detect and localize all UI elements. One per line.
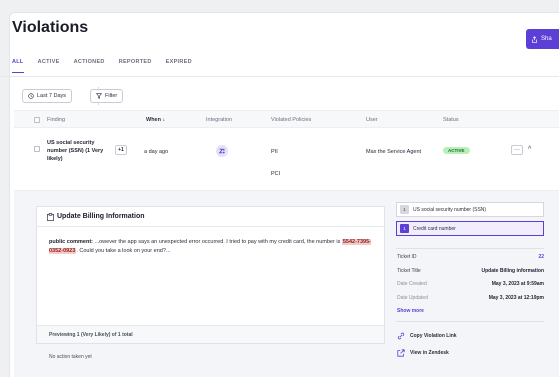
policy-pci: PCI	[271, 171, 281, 177]
finding-label: Credit card number	[413, 225, 456, 232]
tab-all[interactable]: ALL	[12, 59, 24, 73]
collapse-row-icon[interactable]: ^	[528, 146, 531, 153]
more-actions-button[interactable]: ···	[511, 145, 523, 155]
finding-label: US social security number (SSN)	[413, 206, 487, 213]
preview-footer: Previewing 1 (Very Likely) of 1 total	[37, 325, 384, 343]
table-header: Finding When ↓ Integration Violated Poli…	[14, 110, 559, 128]
clock-icon	[28, 93, 34, 99]
comment-text: public comment: ...owever the app says a…	[49, 239, 371, 254]
meta-ticket-title: Ticket Title Update Billing information	[397, 268, 544, 274]
finding-item-credit-card[interactable]: 1 Credit card number	[396, 221, 544, 236]
column-when[interactable]: When ↓	[146, 117, 165, 123]
show-more-link[interactable]: Show more	[397, 308, 424, 314]
no-action-text: No action taken yet	[49, 354, 92, 360]
finding-text: US social security number (SSN) (1 Very …	[47, 140, 104, 162]
page-title: Violations	[12, 19, 89, 36]
filter-button[interactable]: Filter	[90, 89, 124, 103]
extra-findings-badge[interactable]: +1	[115, 145, 127, 155]
ticket-preview-card: Update Billing Information public commen…	[36, 206, 385, 344]
share-button[interactable]: Sha	[526, 29, 559, 49]
select-all-checkbox[interactable]	[34, 117, 40, 123]
column-user[interactable]: User	[366, 117, 378, 123]
finding-count: 1	[400, 205, 409, 214]
external-link-icon	[397, 349, 405, 357]
tab-reported[interactable]: REPORTED	[119, 59, 152, 73]
column-violated-policies[interactable]: Violated Policies	[271, 117, 311, 123]
filter-label: Filter	[105, 93, 118, 99]
row-checkbox[interactable]	[34, 146, 40, 152]
tab-active[interactable]: ACTIVE	[38, 59, 60, 73]
meta-divider	[396, 321, 544, 322]
date-range-label: Last 7 Days	[37, 93, 67, 99]
finding-count: 1	[400, 224, 409, 233]
link-icon	[397, 332, 405, 340]
column-finding[interactable]: Finding	[47, 117, 65, 123]
table-row[interactable]: US social security number (SSN) (1 Very …	[14, 128, 559, 190]
card-title: Update Billing Information	[57, 213, 145, 220]
meta-divider	[396, 248, 544, 249]
share-icon	[532, 35, 537, 43]
user-text: Max the Service Agent	[366, 149, 422, 155]
finding-item-ssn[interactable]: 1 US social security number (SSN)	[396, 202, 544, 217]
clipboard-icon	[47, 213, 54, 221]
tab-expired[interactable]: EXPIRED	[166, 59, 192, 73]
copy-violation-link[interactable]: Copy Violation Link	[397, 332, 457, 340]
meta-date-created: Date Created May 3, 2023 at 9:59am	[397, 281, 544, 287]
share-label: Sha	[541, 36, 552, 42]
meta-ticket-id: Ticket ID 22	[397, 254, 544, 260]
tab-actioned[interactable]: ACTIONED	[74, 59, 105, 73]
policy-pii: PII	[271, 149, 278, 155]
meta-date-updated: Date Updated May 3, 2023 at 12:19pm	[397, 295, 544, 301]
date-range-button[interactable]: Last 7 Days	[22, 89, 73, 103]
column-status[interactable]: Status	[443, 117, 459, 123]
card-header: Update Billing Information	[37, 207, 384, 227]
zendesk-icon	[216, 145, 228, 157]
when-text: a day ago	[144, 149, 169, 155]
filter-icon	[96, 93, 102, 99]
view-in-zendesk-link[interactable]: View in Zendesk	[397, 349, 449, 357]
status-badge: ACTIVE	[443, 147, 470, 154]
column-integration[interactable]: Integration	[206, 117, 232, 123]
tabs-divider	[0, 76, 559, 77]
tab-bar: ALL ACTIVE ACTIONED REPORTED EXPIRED	[12, 59, 206, 73]
